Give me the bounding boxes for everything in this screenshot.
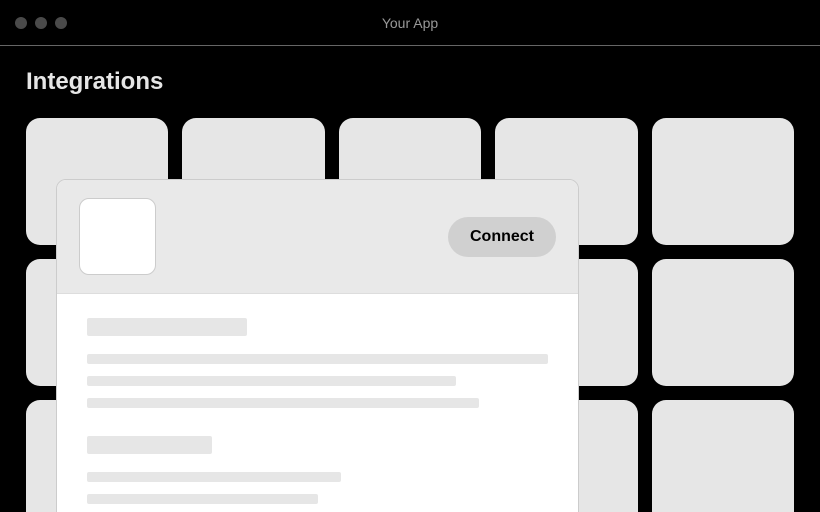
close-window-icon[interactable] [15, 17, 27, 29]
integration-detail-modal: Connect [56, 179, 579, 512]
window-controls [0, 17, 67, 29]
skeleton-heading [87, 318, 247, 336]
skeleton-line [87, 472, 341, 482]
titlebar: Your App [0, 0, 820, 46]
skeleton-section [87, 436, 548, 512]
integration-tile[interactable] [652, 259, 794, 386]
modal-body [57, 294, 578, 512]
integration-logo-icon [79, 198, 156, 275]
connect-button[interactable]: Connect [448, 217, 556, 257]
integration-tile[interactable] [652, 400, 794, 512]
skeleton-line [87, 494, 318, 504]
skeleton-line [87, 376, 456, 386]
skeleton-heading [87, 436, 212, 454]
skeleton-line [87, 354, 548, 364]
app-window: Your App Integrations Connect [0, 0, 820, 512]
page-title: Integrations [26, 68, 794, 96]
window-title: Your App [382, 15, 438, 31]
maximize-window-icon[interactable] [55, 17, 67, 29]
modal-header: Connect [57, 180, 578, 294]
skeleton-line [87, 398, 479, 408]
content-area: Integrations Connect [0, 46, 820, 512]
integration-tile[interactable] [652, 118, 794, 245]
skeleton-section [87, 318, 548, 408]
minimize-window-icon[interactable] [35, 17, 47, 29]
